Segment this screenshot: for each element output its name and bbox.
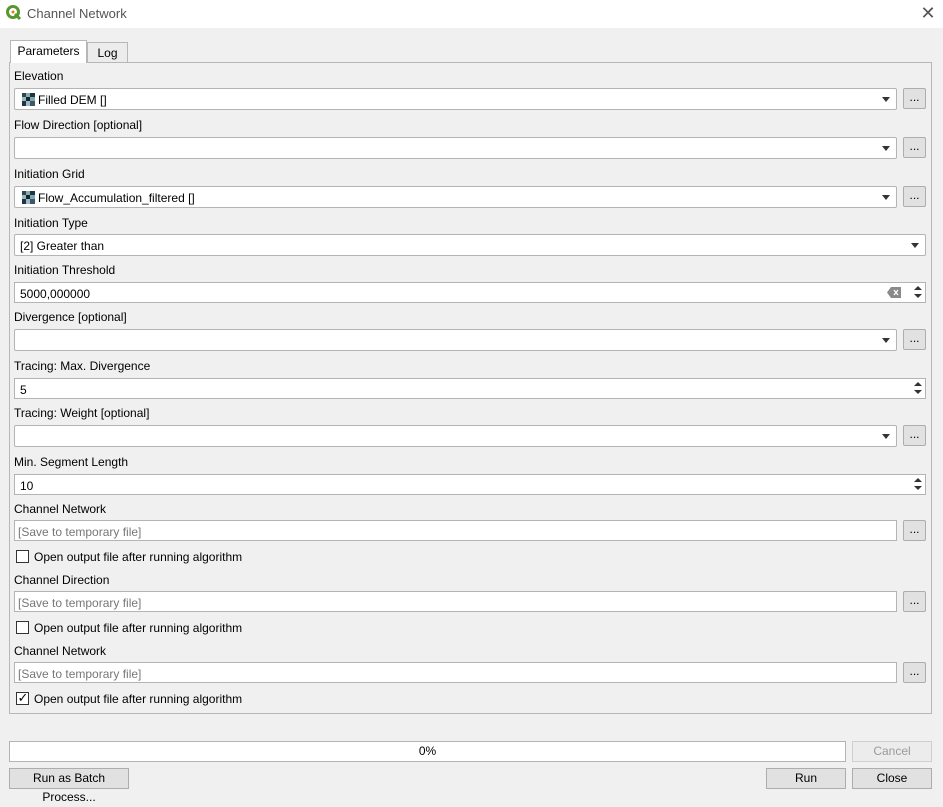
close-icon[interactable]: ✕ [916, 2, 940, 24]
arrow-down-icon[interactable] [914, 294, 922, 298]
output-channel-network-browse-button[interactable]: ... [903, 520, 926, 541]
clear-icon[interactable] [887, 287, 901, 298]
open-output-label: Open output file after running algorithm [34, 692, 243, 706]
title-bar [0, 0, 943, 28]
elevation-value: Filled DEM [] [38, 93, 107, 107]
flow-direction-combo[interactable] [14, 137, 897, 159]
elevation-combo[interactable]: Filled DEM [] [14, 88, 897, 110]
run-button[interactable]: Run [766, 768, 846, 789]
output-channel-network-label: Channel Network [14, 502, 107, 516]
arrow-up-icon[interactable] [914, 286, 922, 290]
open-output-checkbox[interactable] [16, 621, 29, 634]
tracing-weight-combo[interactable] [14, 425, 897, 447]
arrow-up-icon[interactable] [914, 382, 922, 386]
open-output-checkbox[interactable] [16, 550, 29, 563]
initiation-threshold-spinbox[interactable]: 5000,000000 [14, 282, 926, 303]
spin-arrows[interactable] [911, 379, 925, 398]
spin-arrows[interactable] [911, 283, 925, 302]
initiation-grid-combo[interactable]: Flow_Accumulation_filtered [] [14, 186, 897, 208]
divergence-browse-button[interactable]: ... [903, 329, 926, 350]
progress-bar: 0% [9, 741, 846, 762]
initiation-type-combo[interactable]: [2] Greater than [14, 234, 926, 256]
open-output-label: Open output file after running algorithm [34, 550, 243, 564]
min-segment-value: 10 [20, 479, 34, 493]
max-divergence-value: 5 [20, 383, 27, 397]
min-segment-label: Min. Segment Length [14, 455, 129, 469]
output-channel-network-2-file[interactable]: [Save to temporary file] [14, 662, 897, 683]
min-segment-spinbox[interactable]: 10 [14, 474, 926, 495]
max-divergence-spinbox[interactable]: 5 [14, 378, 926, 399]
output-channel-network-2-label: Channel Network [14, 644, 107, 658]
arrow-down-icon[interactable] [914, 486, 922, 490]
flow-direction-label: Flow Direction [optional] [14, 118, 143, 132]
chevron-down-icon [882, 146, 890, 151]
open-output-label: Open output file after running algorithm [34, 621, 243, 635]
output-channel-network-2-browse-button[interactable]: ... [903, 662, 926, 683]
chevron-down-icon [882, 195, 890, 200]
cancel-button[interactable]: Cancel [852, 741, 932, 762]
output-channel-direction-label: Channel Direction [14, 573, 110, 587]
initiation-type-label: Initiation Type [14, 216, 88, 230]
initiation-grid-browse-button[interactable]: ... [903, 186, 926, 207]
tab-log[interactable]: Log [87, 42, 128, 62]
output-file-placeholder: [Save to temporary file] [18, 596, 142, 610]
arrow-down-icon[interactable] [914, 390, 922, 394]
tracing-weight-browse-button[interactable]: ... [903, 425, 926, 446]
qgis-logo-icon [6, 5, 22, 21]
open-output-checkbox[interactable]: ✓ [16, 690, 29, 705]
tab-parameters[interactable]: Parameters [10, 40, 87, 63]
divergence-combo[interactable] [14, 329, 897, 351]
flow-direction-browse-button[interactable]: ... [903, 137, 926, 158]
output-file-placeholder: [Save to temporary file] [18, 667, 142, 681]
checkmark-icon: ✓ [17, 690, 29, 705]
spin-arrows[interactable] [911, 475, 925, 494]
initiation-grid-label: Initiation Grid [14, 167, 85, 181]
initiation-threshold-label: Initiation Threshold [14, 263, 116, 277]
run-batch-button[interactable]: Run as Batch Process... [9, 768, 129, 804]
output-channel-direction-file[interactable]: [Save to temporary file] [14, 591, 897, 612]
chevron-down-icon [882, 338, 890, 343]
output-channel-network-file[interactable]: [Save to temporary file] [14, 520, 897, 541]
initiation-type-value: [2] Greater than [20, 239, 105, 253]
chevron-down-icon [882, 97, 890, 102]
chevron-down-icon [911, 243, 919, 248]
max-divergence-label: Tracing: Max. Divergence [14, 359, 151, 373]
tracing-weight-label: Tracing: Weight [optional] [14, 406, 150, 420]
initiation-grid-value: Flow_Accumulation_filtered [] [38, 191, 195, 205]
output-channel-direction-browse-button[interactable]: ... [903, 591, 926, 612]
divergence-label: Divergence [optional] [14, 310, 127, 324]
raster-layer-icon [22, 191, 35, 204]
elevation-browse-button[interactable]: ... [903, 88, 926, 109]
arrow-up-icon[interactable] [914, 478, 922, 482]
initiation-threshold-value: 5000,000000 [20, 287, 91, 301]
output-file-placeholder: [Save to temporary file] [18, 525, 142, 539]
raster-layer-icon [22, 93, 35, 106]
close-button[interactable]: Close [852, 768, 932, 789]
elevation-label: Elevation [14, 69, 64, 83]
window-title: Channel Network [27, 6, 127, 21]
chevron-down-icon [882, 434, 890, 439]
